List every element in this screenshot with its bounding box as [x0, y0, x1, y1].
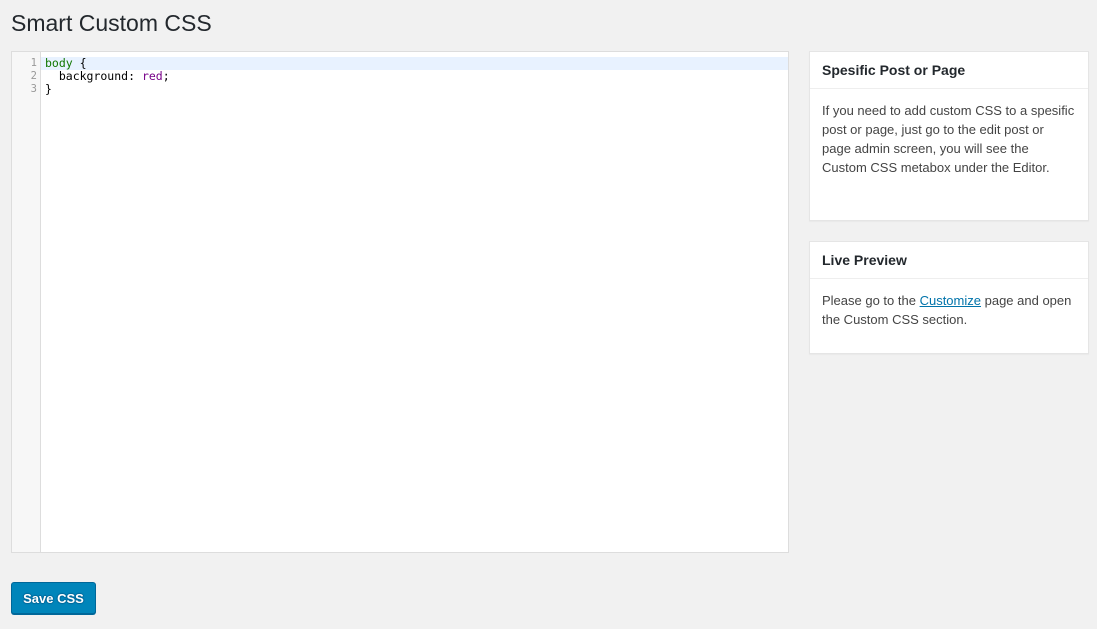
code-text: }	[41, 82, 52, 96]
code-token: ;	[162, 69, 170, 83]
css-code-editor[interactable]: 1 body {2 background: red; 3}	[11, 51, 789, 553]
specific-post-box: Spesific Post or Page If you need to add…	[809, 51, 1089, 221]
code-area[interactable]: 1 body {2 background: red; 3}	[31, 56, 788, 96]
code-line[interactable]: 2 background: red;	[31, 69, 788, 83]
line-number: 1	[30, 57, 37, 69]
live-preview-box-text: Please go to the Customize page and open…	[810, 279, 1088, 342]
code-text: background: red;	[41, 69, 170, 83]
code-token: }	[45, 82, 52, 96]
specific-post-box-text: If you need to add custom CSS to a spesi…	[822, 103, 1075, 175]
specific-post-box-title: Spesific Post or Page	[810, 52, 1088, 89]
page-title: Smart Custom CSS	[11, 10, 212, 36]
line-number: 3	[30, 83, 37, 95]
save-css-button[interactable]: Save CSS	[11, 582, 96, 614]
live-preview-text-before: Please go to the	[822, 293, 920, 308]
live-preview-box: Live Preview Please go to the Customize …	[809, 241, 1089, 354]
live-preview-box-title: Live Preview	[810, 242, 1088, 279]
code-token: red	[141, 69, 163, 83]
customize-link[interactable]: Customize	[920, 293, 981, 308]
code-text: body {	[41, 56, 87, 70]
line-number: 2	[30, 70, 37, 82]
code-token: body	[45, 56, 73, 70]
code-token: {	[72, 56, 87, 70]
code-line[interactable]: 3}	[31, 82, 788, 96]
code-token: background:	[45, 69, 142, 83]
line-number-gutter	[12, 52, 41, 552]
